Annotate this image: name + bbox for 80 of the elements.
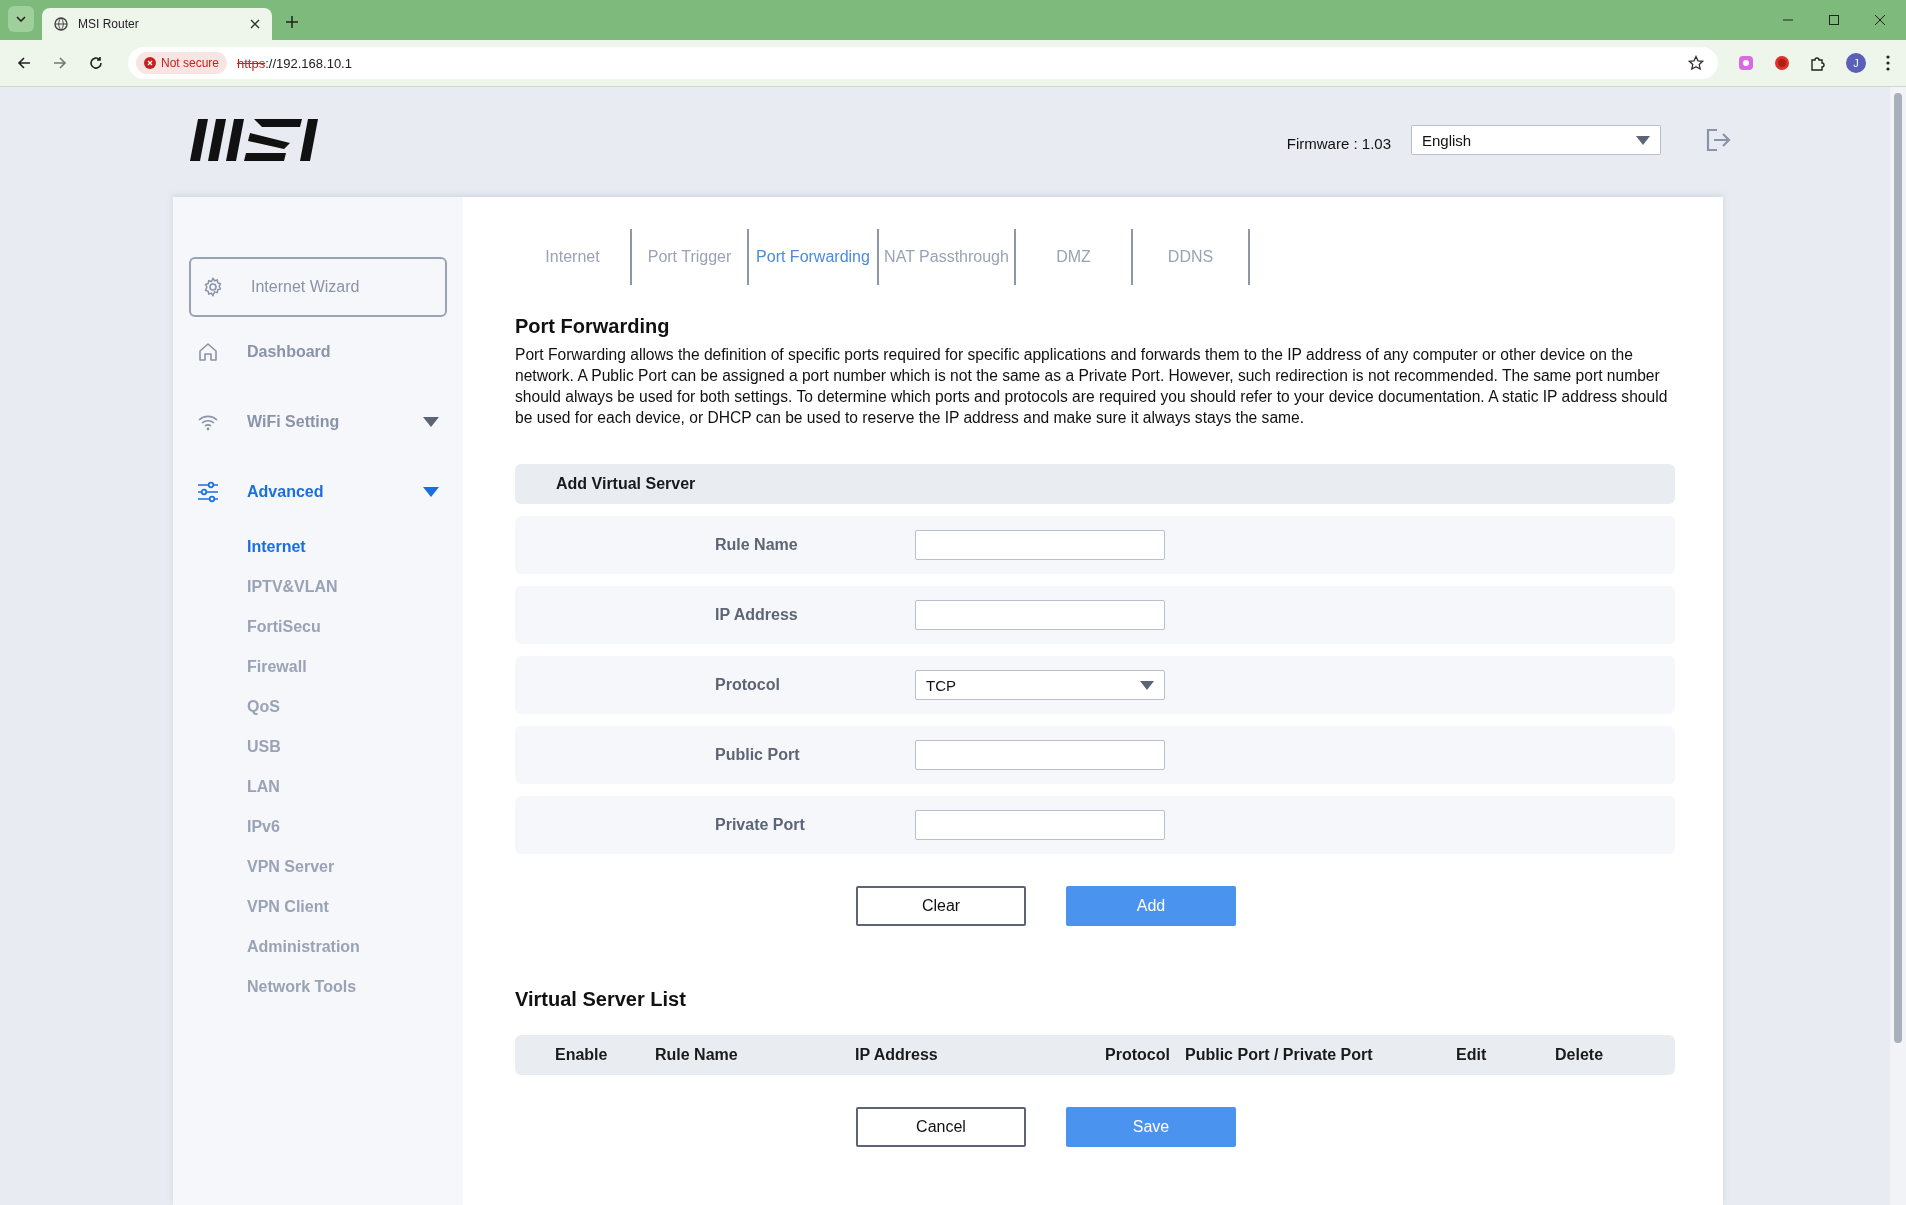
chevron-icon — [16, 16, 26, 22]
secondary-button[interactable]: Cancel — [856, 1107, 1026, 1147]
new-tab-icon[interactable] — [286, 16, 298, 28]
sidebar-item[interactable]: Dashboard — [189, 317, 447, 387]
section-title: Virtual Server List — [515, 988, 687, 1011]
caret-icon — [1636, 135, 1650, 145]
primary-button[interactable]: Save — [1066, 1107, 1236, 1147]
record-icon[interactable] — [1774, 55, 1790, 71]
sidebar-subitem[interactable]: IPTV&VLAN — [189, 567, 447, 607]
column-header: IP Address — [855, 1046, 939, 1064]
forward-icon[interactable] — [52, 55, 68, 71]
close-icon[interactable] — [250, 19, 260, 29]
address-bar[interactable]: Not secure https://192.168.10.1 — [128, 47, 1718, 79]
primary-button[interactable]: Add — [1066, 886, 1236, 926]
column-header: Enable — [555, 1046, 609, 1064]
sidebar-subitem[interactable]: LAN — [189, 767, 447, 807]
logout-icon[interactable] — [1705, 128, 1731, 152]
star-icon[interactable] — [1688, 55, 1704, 71]
select-field[interactable]: TCP — [915, 670, 1165, 700]
puzzle-icon[interactable] — [1810, 55, 1826, 71]
column-header: Edit — [1456, 1046, 1488, 1064]
input-field[interactable] — [915, 600, 1165, 630]
scrollbar[interactable] — [1890, 87, 1906, 1205]
input-field[interactable] — [915, 740, 1165, 770]
section-title: Port Forwarding — [515, 315, 671, 338]
form-header: Add Virtual Server — [515, 464, 1675, 504]
sidebar-subitem[interactable]: Internet — [189, 527, 447, 567]
tab[interactable]: DDNS — [1133, 229, 1250, 285]
sidebar-subitem[interactable]: Firewall — [189, 647, 447, 687]
tab-list-button[interactable] — [8, 6, 34, 32]
sliders-icon — [197, 481, 219, 503]
tab[interactable]: Port Trigger — [632, 229, 749, 285]
caret-icon — [423, 417, 439, 427]
sidebar-subitem[interactable]: Network Tools — [189, 967, 447, 1007]
tab[interactable]: DMZ — [1016, 229, 1133, 285]
security-chip[interactable]: Not secure — [136, 52, 228, 74]
internet-wizard-button[interactable]: Internet Wizard — [189, 257, 447, 317]
sidebar-subitem[interactable]: VPN Client — [189, 887, 447, 927]
field-label: IP Address — [715, 606, 799, 624]
sidebar-subitem[interactable]: USB — [189, 727, 447, 767]
firmware-label: Firmware : 1.03 — [1286, 134, 1391, 152]
language-select[interactable]: English — [1411, 125, 1661, 155]
warning-icon — [144, 57, 156, 69]
sidebar-subitem[interactable]: FortiSecu — [189, 607, 447, 647]
caret-icon — [423, 487, 439, 497]
description-text: Port Forwarding allows the definition of specific ports required for specific applications and forwards them to the IP address of any computer or other device on the network. A Public Port can be assigned a port number which is not the same as a Private Port. However, such redirection is not recommended. The same port number should always be used for both settings. To determine which ports and protocols are required you should refer to your device documentation. A static IP address should be used for each device, or DHCP can be used to reserve the IP address and make sure it always stays the same. — [515, 345, 1669, 428]
home-icon — [197, 341, 219, 363]
settings-icon — [203, 277, 223, 297]
globe-icon — [54, 17, 68, 31]
tab-title: MSI Router — [78, 17, 140, 31]
column-header: Rule Name — [655, 1046, 739, 1064]
field-label: Private Port — [715, 816, 806, 834]
profile-avatar[interactable]: J — [1846, 53, 1866, 73]
input-field[interactable] — [915, 810, 1165, 840]
sidebar-subitem[interactable]: IPv6 — [189, 807, 447, 847]
sidebar-subitem[interactable]: Administration — [189, 927, 447, 967]
sidebar-subitem[interactable]: VPN Server — [189, 847, 447, 887]
secondary-button[interactable]: Clear — [856, 886, 1026, 926]
maximize-icon[interactable] — [1828, 14, 1840, 26]
tab[interactable]: Internet — [515, 229, 632, 285]
column-header: Protocol — [1105, 1046, 1171, 1064]
more-icon[interactable] — [1886, 55, 1890, 71]
sidebar-item[interactable]: Advanced — [189, 457, 447, 527]
field-label: Rule Name — [715, 536, 799, 554]
column-header: Public Port / Private Port — [1185, 1046, 1374, 1064]
reload-icon[interactable] — [88, 55, 104, 71]
close-icon[interactable] — [1874, 14, 1886, 26]
extension-icon[interactable] — [1738, 55, 1754, 71]
column-header: Delete — [1555, 1046, 1605, 1064]
field-label: Protocol — [715, 676, 781, 694]
field-label: Public Port — [715, 746, 801, 764]
tab[interactable]: NAT Passthrough — [879, 229, 1016, 285]
sidebar-subitem[interactable]: QoS — [189, 687, 447, 727]
tab[interactable]: Port Forwarding — [749, 229, 879, 285]
browser-tab[interactable]: MSI Router — [42, 8, 272, 40]
back-icon[interactable] — [16, 55, 32, 71]
url-text: https://192.168.10.1 — [237, 55, 352, 71]
input-field[interactable] — [915, 530, 1165, 560]
caret-icon — [1140, 680, 1154, 690]
sidebar-item[interactable]: WiFi Setting — [189, 387, 447, 457]
